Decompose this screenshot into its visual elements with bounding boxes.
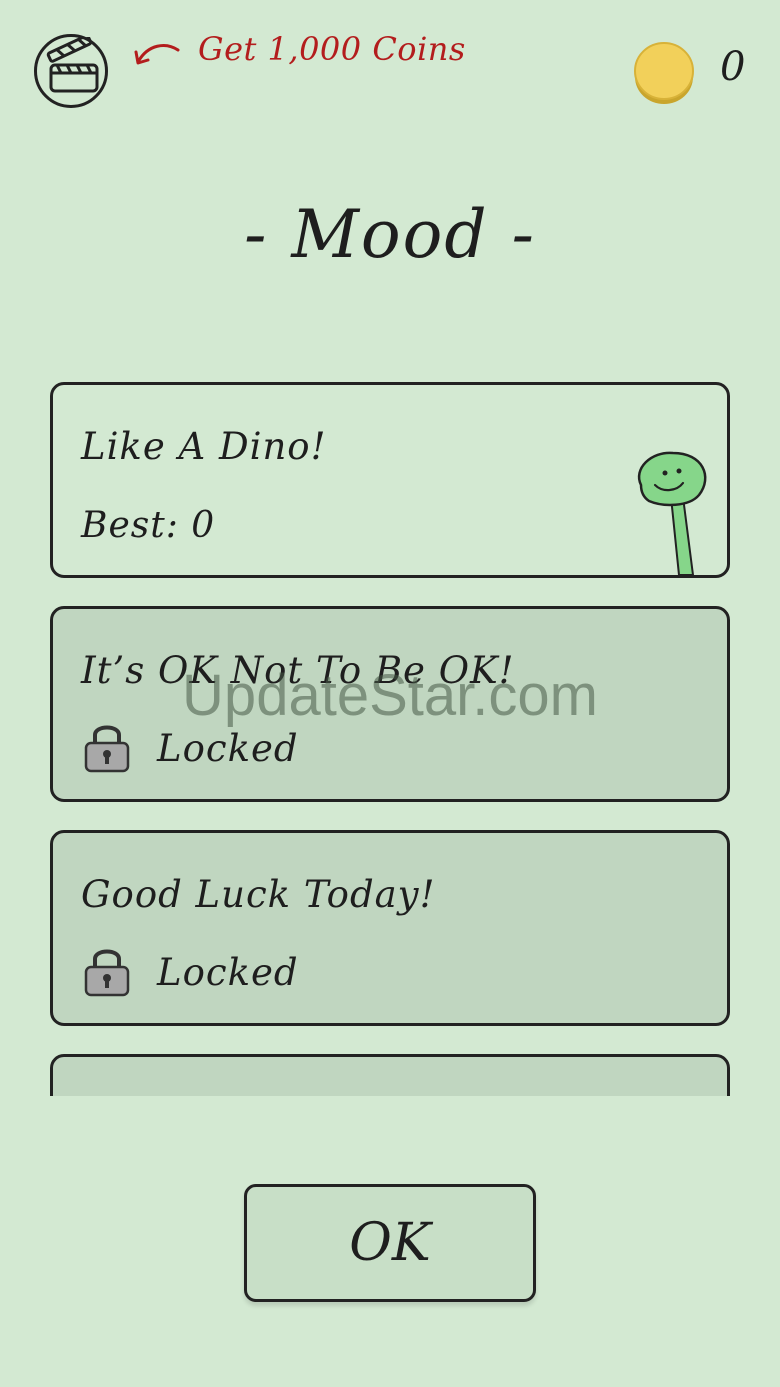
locked-label: Locked: [157, 951, 299, 994]
level-name: Good Luck Today!: [81, 873, 436, 916]
get-coins-promo[interactable]: Get 1,000 Coins: [198, 30, 466, 68]
locked-label: Locked: [157, 727, 299, 770]
level-name: Like A Dino!: [81, 425, 327, 468]
coin-count: 0: [720, 44, 746, 90]
best-score: Best: 0: [81, 505, 216, 546]
watermark-text: UpdateStar.com: [182, 663, 598, 728]
padlock-icon: [84, 949, 130, 997]
ok-button[interactable]: OK: [244, 1184, 536, 1302]
top-bar: Get 1,000 Coins 0: [0, 0, 780, 120]
level-card-partial[interactable]: [50, 1054, 730, 1096]
watch-video-button[interactable]: [34, 34, 108, 108]
level-list[interactable]: Like A Dino! Best: 0 It’s OK Not To Be O…: [50, 382, 730, 1096]
page-title: - Mood -: [244, 196, 536, 273]
coin-icon: [634, 42, 694, 104]
level-card-good-luck[interactable]: Good Luck Today! Locked: [50, 830, 730, 1026]
curved-arrow-icon: [134, 44, 180, 65]
clapperboard-icon: [46, 37, 99, 93]
dino-icon: [638, 451, 707, 576]
level-card-like-a-dino[interactable]: Like A Dino! Best: 0: [50, 382, 730, 578]
